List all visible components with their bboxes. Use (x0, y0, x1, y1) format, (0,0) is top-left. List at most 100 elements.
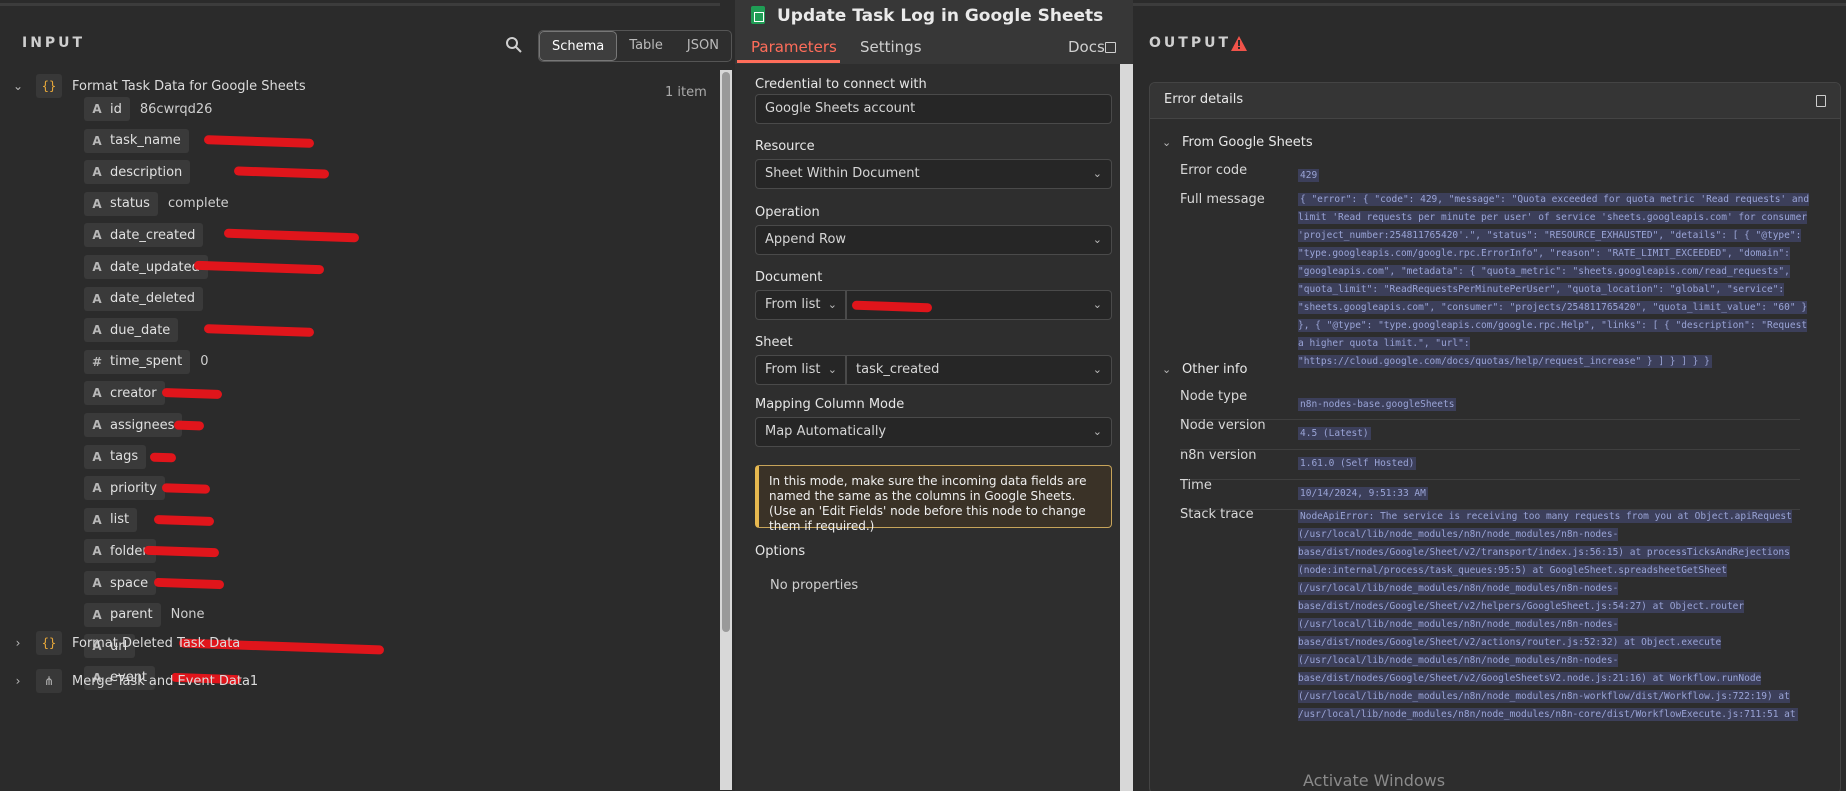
field-pill[interactable]: Atask_name (84, 128, 189, 153)
field-pill[interactable]: # time_spent (84, 349, 191, 374)
node-type-value: n8n-nodes-base.googleSheets (1298, 398, 1457, 411)
schema-field-time-spent[interactable]: # time_spent 0 (84, 348, 209, 376)
tab-settings[interactable]: Settings (860, 38, 922, 56)
schema-field-priority[interactable]: Apriority (84, 474, 211, 502)
schema-field-id[interactable]: Aid 86cwrqd26 (84, 95, 212, 123)
section-label: From Google Sheets (1182, 134, 1313, 150)
schema-field-tags[interactable]: Atags (84, 443, 177, 471)
document-mode-select[interactable]: From list ⌄ (755, 290, 846, 320)
field-pill[interactable]: Astatus (84, 191, 158, 216)
sheet-select[interactable]: task_created ⌄ (846, 355, 1112, 385)
field-pill[interactable]: Acreator (84, 381, 165, 406)
schema-field-folder[interactable]: Afolder (84, 537, 220, 565)
group-merge-task-event[interactable]: › ⋔ Merge Task and Event Data1 (0, 666, 258, 696)
credential-label: Credential to connect with (755, 77, 927, 92)
field-pill[interactable]: Aspace (84, 571, 157, 595)
error-code-label: Error code (1180, 163, 1248, 178)
schema-field-list[interactable]: Alist (84, 506, 215, 534)
google-sheets-icon (751, 6, 765, 24)
operation-select[interactable]: Append Row ⌄ (755, 225, 1112, 255)
chevron-down-icon: ⌄ (1092, 425, 1102, 438)
schema-field-creator[interactable]: Acreator (84, 379, 223, 407)
string-type-icon: A (92, 102, 102, 116)
sheet-mode-select[interactable]: From list ⌄ (755, 355, 846, 385)
string-type-icon: A (92, 512, 102, 527)
schema-field-assignees[interactable]: Aassignees (84, 411, 205, 439)
node-header: Update Task Log in Google Sheets Paramet… (735, 0, 1133, 64)
warning-icon (1231, 36, 1247, 51)
node-version-value: 4.5 (Latest) (1298, 427, 1371, 440)
field-name: description (110, 164, 183, 180)
string-type-icon: A (92, 386, 102, 401)
scrollbar-thumb[interactable] (722, 72, 730, 632)
field-pill[interactable]: Adate_created (84, 223, 204, 248)
view-json-button[interactable]: JSON (675, 31, 731, 61)
field-pill[interactable]: Aassignees (84, 413, 183, 437)
field-name: id (110, 101, 122, 117)
group-label: Format Deleted Task Data (72, 635, 241, 651)
redaction-mark (149, 452, 177, 463)
field-name: assignees (110, 417, 175, 433)
merge-icon: ⋔ (36, 669, 62, 693)
docs-link[interactable]: Docs (1068, 38, 1105, 56)
divider (1180, 449, 1800, 450)
group-format-deleted-task-data[interactable]: › {} Format Deleted Task Data (0, 628, 240, 658)
field-pill[interactable]: Aparent (84, 602, 161, 627)
field-pill[interactable]: Adate_deleted (84, 286, 204, 311)
time-value: 10/14/2024, 9:51:33 AM (1298, 487, 1428, 500)
view-table-button[interactable]: Table (617, 31, 675, 61)
field-value[interactable]: complete (168, 196, 229, 211)
node-scrollbar[interactable] (1120, 64, 1133, 791)
resource-select[interactable]: Sheet Within Document ⌄ (755, 159, 1112, 189)
mapping-select[interactable]: Map Automatically ⌄ (755, 417, 1112, 447)
input-panel-title: INPUT (22, 35, 86, 51)
external-link-icon[interactable] (1105, 42, 1116, 53)
schema-field-task-name[interactable]: Atask_name (84, 127, 315, 155)
section-other-info[interactable]: ⌄ Other info (1162, 358, 1247, 380)
field-pill[interactable]: Alist (84, 507, 138, 532)
schema-field-description[interactable]: Adescription (84, 158, 330, 186)
redaction-mark (193, 260, 325, 275)
error-details-label: Error details (1164, 92, 1244, 107)
field-pill[interactable]: Apriority (84, 476, 165, 501)
schema-field-due-date[interactable]: Adue_date (84, 316, 315, 344)
credential-select[interactable]: Google Sheets account (755, 94, 1112, 124)
field-name: space (110, 575, 149, 591)
no-properties-text: No properties (770, 578, 859, 593)
field-pill[interactable]: Aid (84, 97, 130, 121)
schema-field-date-deleted[interactable]: Adate_deleted (84, 285, 213, 313)
n8n-version-label: n8n version (1180, 448, 1257, 463)
field-pill[interactable]: Atags (84, 444, 147, 469)
schema-field-date-created[interactable]: Adate_created (84, 221, 360, 249)
tab-parameters[interactable]: Parameters (751, 38, 837, 56)
node-title[interactable]: Update Task Log in Google Sheets (777, 6, 1103, 26)
field-pill[interactable]: Adate_updated (84, 255, 208, 279)
full-message-label: Full message (1180, 192, 1265, 207)
search-icon[interactable] (505, 36, 523, 54)
field-pill[interactable]: Adue_date (84, 318, 179, 343)
group-label: Format Task Data for Google Sheets (72, 78, 306, 94)
schema-field-date-updated[interactable]: Adate_updated (84, 253, 325, 281)
string-type-icon: A (92, 260, 102, 274)
field-name: priority (110, 480, 157, 496)
schema-field-parent[interactable]: Aparent None (84, 601, 205, 629)
field-value[interactable]: 0 (200, 354, 208, 369)
chevron-down-icon: ⌄ (827, 363, 837, 376)
credential-value: Google Sheets account (765, 101, 916, 116)
field-pill[interactable]: Adescription (84, 160, 191, 185)
input-scrollbar[interactable] (720, 70, 732, 790)
schema-field-space[interactable]: Aspace (84, 569, 225, 597)
document-label: Document (755, 270, 823, 285)
copy-icon[interactable] (1816, 95, 1826, 107)
section-from-google-sheets[interactable]: ⌄ From Google Sheets (1162, 131, 1313, 153)
string-type-icon: A (92, 418, 102, 432)
mapping-value: Map Automatically (765, 424, 887, 439)
field-value[interactable]: None (171, 607, 205, 622)
active-tab-indicator (737, 60, 840, 63)
field-value[interactable]: 86cwrqd26 (140, 102, 212, 117)
view-schema-button[interactable]: Schema (539, 31, 618, 61)
operation-value: Append Row (765, 232, 847, 247)
schema-field-status[interactable]: Astatus complete (84, 190, 229, 218)
chevron-down-icon: ⌄ (1092, 363, 1102, 376)
time-label: Time (1180, 478, 1212, 493)
